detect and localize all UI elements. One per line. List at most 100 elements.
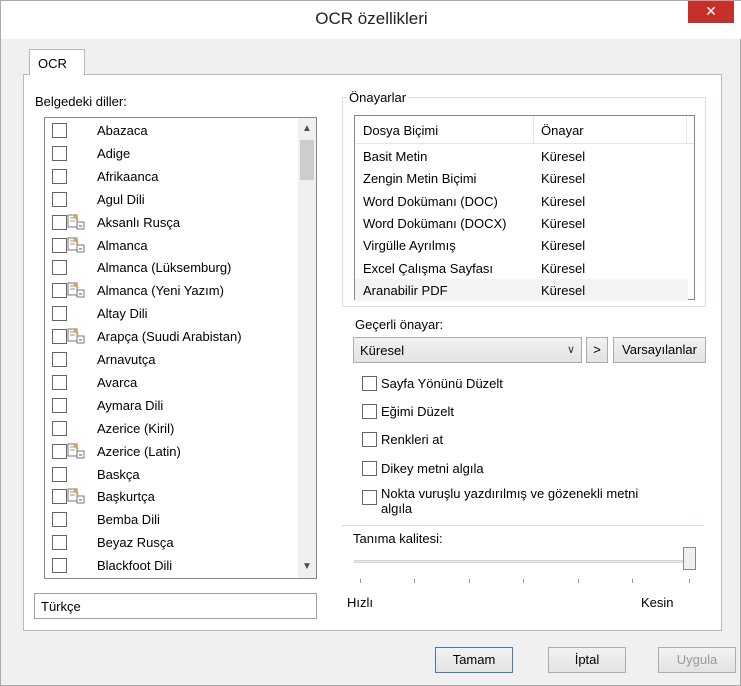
current-preset-label: Geçerli önayar: [355, 317, 444, 332]
language-list-item[interactable]: Almanca (Lüksemburg) [45, 257, 295, 279]
defaults-button[interactable]: Varsayılanlar [613, 337, 706, 363]
apply-button[interactable]: Uygula [658, 647, 736, 673]
language-name: Altay Dili [97, 306, 148, 322]
language-name: Aksanlı Rusça [97, 214, 181, 230]
languages-label: Belgedeki diller: [35, 94, 127, 109]
language-checkbox[interactable] [52, 374, 67, 390]
scroll-up-icon[interactable]: ▲ [298, 120, 316, 138]
column-header-file-format[interactable]: Dosya Biçimi [363, 123, 438, 138]
language-checkbox[interactable] [52, 306, 67, 322]
table-row[interactable]: Word Dokümanı (DOC) Küresel [355, 190, 688, 212]
language-checkbox[interactable] [52, 214, 67, 230]
table-row[interactable]: Basit Metin Küresel [355, 145, 688, 167]
table-row[interactable]: Zengin Metin Biçimi Küresel [355, 167, 688, 189]
close-button[interactable]: ✕ [688, 1, 734, 23]
scroll-thumb[interactable] [300, 140, 314, 180]
language-list-item[interactable]: Agul Dili [45, 189, 295, 211]
slider-tick [360, 579, 361, 583]
language-checkbox[interactable] [52, 443, 67, 459]
language-list-item[interactable]: Başkurtça [45, 486, 295, 508]
dictionary-icon [67, 328, 85, 344]
dictionary-icon [67, 237, 85, 253]
language-checkbox[interactable] [52, 466, 67, 482]
table-row[interactable]: Word Dokümanı (DOCX) Küresel [355, 212, 688, 234]
ocr-properties-dialog: OCR özellikleri ✕ OCR Belgedeki diller: … [0, 0, 741, 686]
quality-slider-track[interactable] [354, 560, 694, 563]
fix-orientation-checkbox[interactable] [362, 376, 377, 391]
preset-cell: Küresel [541, 282, 586, 298]
language-name: Bemba Dili [97, 512, 160, 528]
selected-languages-field[interactable]: Türkçe [34, 593, 317, 619]
dictionary-icon [67, 443, 85, 459]
cancel-button[interactable]: İptal [548, 647, 626, 673]
language-name: Afrikaanca [97, 168, 159, 184]
language-list[interactable]: Blackfoot Dili Beyaz Rusça Bemba Dili Başku… [44, 117, 317, 579]
language-checkbox[interactable] [52, 283, 67, 299]
language-name: Azerice (Kiril) [97, 420, 175, 436]
language-checkbox[interactable] [52, 329, 67, 345]
language-checkbox[interactable] [52, 535, 67, 551]
language-list-item[interactable]: Adige [45, 143, 295, 165]
language-list-item[interactable]: Blackfoot Dili [45, 555, 295, 577]
language-checkbox[interactable] [52, 420, 67, 436]
file-format-cell: Virgülle Ayrılmış [363, 238, 456, 254]
language-list-item[interactable]: Altay Dili [45, 303, 295, 325]
dictionary-icon [67, 214, 85, 230]
current-preset-value: Küresel [360, 343, 405, 358]
presets-table[interactable]: Dosya Biçimi Önayar Basit Metin Küresel Ze… [354, 115, 695, 301]
language-list-item[interactable]: Aymara Dili [45, 395, 295, 417]
language-list-item[interactable]: Arnavutça [45, 349, 295, 371]
language-checkbox[interactable] [52, 489, 67, 505]
detect-vertical-text-checkbox[interactable] [362, 461, 377, 476]
language-list-item[interactable]: Almanca [45, 235, 295, 257]
language-checkbox[interactable] [52, 191, 67, 207]
drop-colors-checkbox[interactable] [362, 432, 377, 447]
deskew-checkbox[interactable] [362, 404, 377, 419]
language-name: Adige [97, 145, 131, 161]
language-list-item[interactable]: Abazaca [45, 120, 295, 142]
language-list-item[interactable]: Avarca [45, 372, 295, 394]
language-checkbox[interactable] [52, 397, 67, 413]
slider-tick [414, 579, 415, 583]
slider-tick [469, 579, 470, 583]
language-list-item[interactable]: Arapça (Suudi Arabistan) [45, 326, 295, 348]
dot-matrix-checkbox[interactable] [362, 490, 377, 505]
divider [342, 525, 703, 526]
language-list-item[interactable]: Afrikaanca [45, 166, 295, 188]
language-checkbox[interactable] [52, 558, 67, 574]
file-format-cell: Zengin Metin Biçimi [363, 171, 477, 187]
table-row[interactable]: Aranabilir PDF Küresel [355, 278, 688, 301]
language-name: Arnavutça [97, 352, 156, 367]
language-checkbox[interactable] [52, 352, 67, 367]
quality-slider-thumb[interactable] [683, 547, 696, 570]
language-list-item[interactable]: Aksanlı Rusça [45, 212, 295, 234]
scroll-down-icon[interactable]: ▼ [298, 558, 316, 576]
language-name: Almanca (Lüksemburg) [97, 260, 232, 276]
table-row[interactable]: Excel Çalışma Sayfası Küresel [355, 257, 688, 279]
language-checkbox[interactable] [52, 512, 67, 528]
language-checkbox[interactable] [52, 168, 67, 184]
apply-preset-arrow-button[interactable]: > [586, 337, 608, 363]
language-name: Abazaca [97, 123, 148, 138]
column-header-preset[interactable]: Önayar [541, 123, 584, 138]
language-checkbox[interactable] [52, 123, 67, 138]
language-checkbox[interactable] [52, 260, 67, 276]
language-list-item[interactable]: Bemba Dili [45, 509, 295, 531]
file-format-cell: Basit Metin [363, 149, 428, 164]
language-checkbox[interactable] [52, 145, 67, 161]
language-list-scrollbar[interactable]: ▲ ▼ [298, 118, 316, 578]
ok-button[interactable]: Tamam [435, 647, 513, 673]
preset-cell: Küresel [541, 171, 586, 187]
table-row[interactable]: Virgülle Ayrılmış Küresel [355, 234, 688, 256]
preset-cell: Küresel [541, 260, 586, 276]
language-list-item[interactable]: Azerice (Latin) [45, 441, 295, 463]
language-list-item[interactable]: Beyaz Rusça [45, 532, 295, 554]
language-checkbox[interactable] [52, 237, 67, 253]
current-preset-select[interactable]: Küresel ∨ [353, 337, 582, 363]
language-name: Almanca [97, 237, 148, 253]
presets-table-header: Dosya Biçimi Önayar [355, 116, 694, 144]
language-list-item[interactable]: Azerice (Kiril) [45, 418, 295, 440]
language-list-item[interactable]: Almanca (Yeni Yazım) [45, 280, 295, 302]
tab-ocr[interactable]: OCR [29, 49, 85, 75]
language-list-item[interactable]: Baskça [45, 464, 295, 486]
